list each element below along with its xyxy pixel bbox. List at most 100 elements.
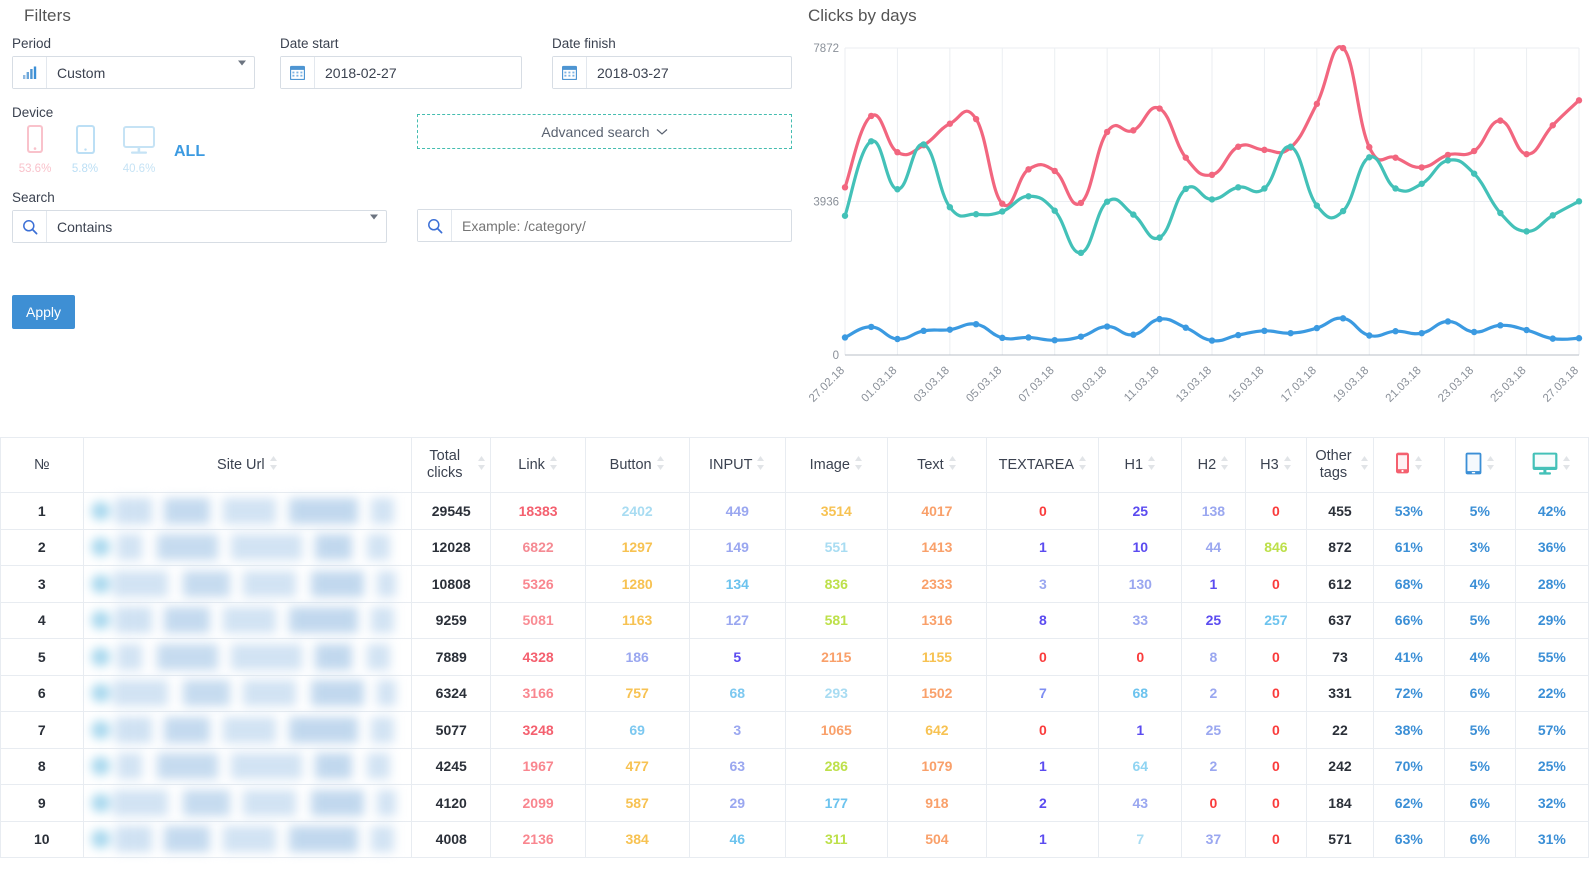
chevron-down-icon: [238, 60, 246, 65]
table-row[interactable]: 7 5077 3248 69 3 1065 642 0 1 25 0 22 38% 5% 57%: [0, 711, 1589, 749]
sort-icon[interactable]: [1486, 455, 1495, 475]
apply-button[interactable]: Apply: [12, 295, 75, 329]
sort-icon[interactable]: [1414, 455, 1423, 475]
search-query-input[interactable]: [417, 209, 792, 242]
sort-icon[interactable]: [854, 455, 863, 475]
sort-icon[interactable]: [656, 455, 665, 475]
sort-icon[interactable]: [756, 455, 765, 475]
table-header-h3[interactable]: H3: [1244, 437, 1308, 493]
table-row[interactable]: 4 9259 5081 1163 127 581 1316 8 33 25 257 637 66% 5% 2…: [0, 601, 1589, 639]
cell-tablet: 5%: [1443, 747, 1516, 785]
table-header-idx: №: [0, 437, 84, 493]
table-header-other[interactable]: Other tags: [1306, 437, 1374, 493]
table-header-mobile[interactable]: [1372, 437, 1445, 493]
cell-input: 127: [688, 601, 786, 639]
table-row[interactable]: 8 4245 1967 477 63 286 1079 1 64 2 0 242 70% 5% 25%: [0, 747, 1589, 785]
table-header-h2[interactable]: H2: [1181, 437, 1246, 493]
cell-idx: 5: [0, 638, 84, 676]
table-row[interactable]: 9 4120 2099 587 29 177 918 2 43 0 0 184 62% 6% 32%: [0, 784, 1589, 822]
cell-tablet: 6%: [1443, 674, 1516, 712]
cell-total: 10808: [411, 565, 492, 603]
cell-mobile: 66%: [1372, 601, 1445, 639]
table-header-textarea[interactable]: TEXTAREA: [986, 437, 1100, 493]
chevron-down-icon: [370, 214, 378, 219]
cell-input: 68: [688, 674, 786, 712]
table-header-total[interactable]: Total clicks: [411, 437, 492, 493]
cell-h2: 2: [1181, 747, 1246, 785]
sort-icon[interactable]: [1220, 455, 1229, 475]
x-axis-tick: 13.03.18: [1174, 365, 1214, 405]
tablet-icon: [1465, 452, 1482, 479]
cell-h2: 37: [1181, 820, 1246, 858]
cell-image: 581: [784, 601, 888, 639]
device-filter-mobile[interactable]: 53.6%: [12, 125, 58, 175]
cell-desktop: 25%: [1514, 747, 1589, 785]
mobile-icon: [27, 125, 43, 153]
cell-link: 2099: [490, 784, 586, 822]
cell-text: 1155: [886, 638, 988, 676]
cell-h2: 1: [1181, 565, 1246, 603]
search-mode-select[interactable]: Contains: [12, 210, 387, 243]
sort-icon[interactable]: [1283, 455, 1292, 475]
sort-icon[interactable]: [269, 455, 278, 475]
table-header-image[interactable]: Image: [784, 437, 888, 493]
cell-button: 1297: [584, 528, 690, 566]
cell-h3: 0: [1244, 784, 1308, 822]
table-header-tablet[interactable]: [1443, 437, 1516, 493]
sort-icon[interactable]: [1078, 455, 1087, 475]
cell-mobile: 62%: [1372, 784, 1445, 822]
cell-desktop: 57%: [1514, 711, 1589, 749]
sort-icon[interactable]: [1360, 455, 1369, 475]
device-filter-desktop[interactable]: 40.6%: [112, 125, 166, 175]
table-header-link[interactable]: Link: [490, 437, 586, 493]
cell-other: 331: [1306, 674, 1374, 712]
cell-h1: 43: [1098, 784, 1183, 822]
cell-idx: 7: [0, 711, 84, 749]
cell-h1: 33: [1098, 601, 1183, 639]
cell-idx: 8: [0, 747, 84, 785]
cell-textarea: 0: [986, 638, 1100, 676]
x-axis-tick: 27.03.18: [1541, 365, 1581, 405]
x-axis-tick: 19.03.18: [1331, 365, 1371, 405]
period-select[interactable]: Custom: [12, 56, 255, 89]
table-row[interactable]: 6 6324 3166 757 68 293 1502 7 68 2 0 331 72% 6% 22%: [0, 674, 1589, 712]
device-filter-all[interactable]: ALL: [174, 143, 205, 161]
cell-h2: 25: [1181, 601, 1246, 639]
date-finish-input[interactable]: 2018-03-27: [552, 56, 792, 89]
bar-chart-icon: [13, 57, 47, 88]
table-header-text[interactable]: Text: [886, 437, 988, 493]
table-header-url[interactable]: Site Url: [82, 437, 413, 493]
search-query-field[interactable]: [452, 210, 791, 241]
table-row[interactable]: 1 29545 18383 2402 449 3514 4017 0 25 138 0 455 53% 5…: [0, 492, 1589, 530]
sort-icon[interactable]: [549, 455, 558, 475]
cell-link: 6822: [490, 528, 586, 566]
table-row[interactable]: 3 10808 5326 1280 134 836 2333 3 130 1 0 612 68% 4% 28…: [0, 565, 1589, 603]
table-header-label-text: Text: [917, 456, 944, 473]
search-mode-group: Search Contains: [12, 190, 387, 243]
date-start-input[interactable]: 2018-02-27: [280, 56, 522, 89]
table-header-label-total: Total clicks: [427, 448, 463, 481]
period-label: Period: [12, 36, 52, 51]
sort-icon[interactable]: [1147, 455, 1156, 475]
advanced-search-toggle[interactable]: Advanced search: [417, 114, 792, 149]
table-header-desktop[interactable]: [1514, 437, 1589, 493]
cell-image: 311: [784, 820, 888, 858]
advanced-search-label: Advanced search: [541, 123, 650, 140]
sort-icon[interactable]: [477, 455, 486, 475]
table-header-h1[interactable]: H1: [1098, 437, 1183, 493]
table-row[interactable]: 10 4008 2136 384 46 311 504 1 7 37 0 571 63% 6% 31%: [0, 820, 1589, 858]
device-filter-tablet[interactable]: 5.8%: [62, 125, 108, 175]
cell-h2: 8: [1181, 638, 1246, 676]
table-row[interactable]: 2 12028 6822 1297 149 551 1413 1 10 44 846 872 61% 3%…: [0, 528, 1589, 566]
sites-table: № Site Url Total clicks Link Button INPUT Imag…: [0, 437, 1589, 858]
desktop-icon: [123, 126, 155, 154]
sort-icon[interactable]: [948, 455, 957, 475]
table-header-input[interactable]: INPUT: [688, 437, 786, 493]
sort-icon[interactable]: [1562, 455, 1571, 475]
cell-mobile: 70%: [1372, 747, 1445, 785]
table-row[interactable]: 5 7889 4328 186 5 2115 1155 0 0 8 0 73 41% 4% 55%: [0, 638, 1589, 676]
cell-h3: 0: [1244, 638, 1308, 676]
site-url-redacted: [87, 643, 406, 670]
cell-desktop: 32%: [1514, 784, 1589, 822]
table-header-button[interactable]: Button: [584, 437, 690, 493]
